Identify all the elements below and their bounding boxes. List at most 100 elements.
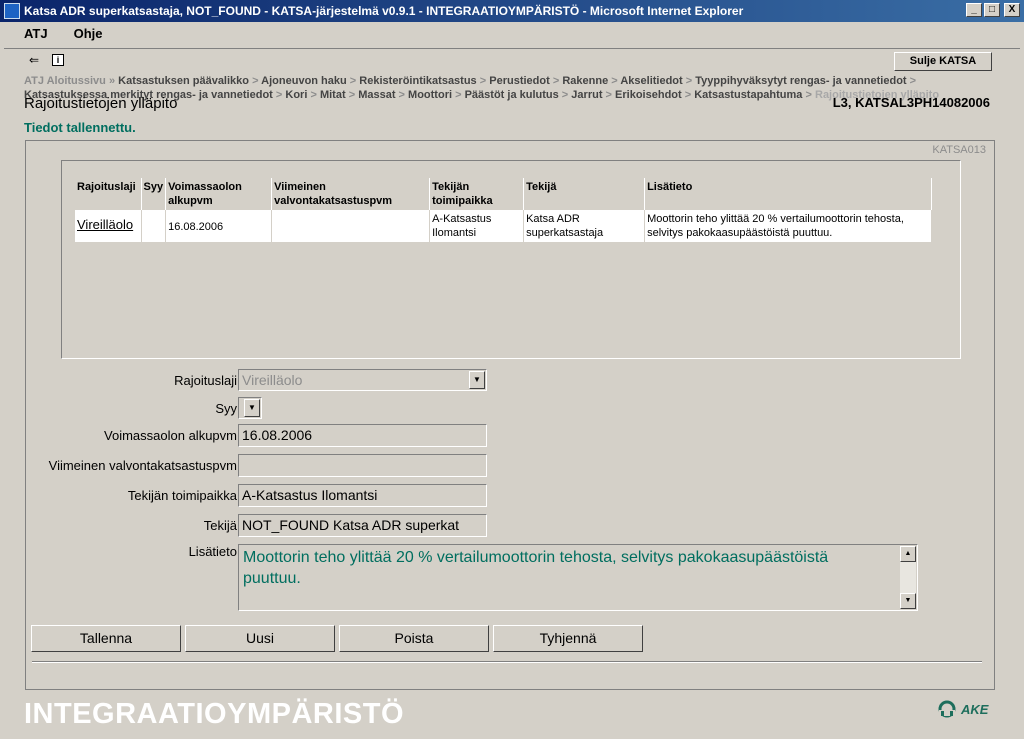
breadcrumb-separator: > <box>455 89 462 101</box>
window-title: Katsa ADR superkatsastaja, NOT_FOUND - K… <box>24 4 744 18</box>
breadcrumb-separator: > <box>252 75 259 87</box>
close-katsa-button[interactable]: Sulje KATSA <box>894 52 992 71</box>
table-row[interactable]: Vireilläolo 16.08.2006 A-Katsastus Iloma… <box>75 210 933 242</box>
ie-icon <box>4 3 20 19</box>
ake-logo: AKE <box>936 700 988 718</box>
lisatieto-text: Moottorin teho ylittää 20 % vertailumoot… <box>243 549 829 587</box>
breadcrumb-separator: > <box>611 75 618 87</box>
rajoituslaji-value: Vireilläolo <box>242 372 303 388</box>
valvontapvm-label: Viimeinen valvontakatsastuspvm <box>48 458 237 473</box>
maximize-button[interactable]: □ <box>984 3 1000 17</box>
breadcrumb-item[interactable]: Kori <box>285 89 307 101</box>
scroll-up-icon[interactable]: ▲ <box>900 546 916 562</box>
toimipaikka-field[interactable]: A-Katsastus Ilomantsi <box>238 484 487 507</box>
restriction-link[interactable]: Vireilläolo <box>77 218 133 232</box>
menu-ohje[interactable]: Ohje <box>61 26 116 41</box>
ake-logo-text: AKE <box>961 701 989 717</box>
minimize-button[interactable]: _ <box>966 3 982 17</box>
breadcrumb-item[interactable]: Akselitiedot <box>620 75 682 87</box>
save-button[interactable]: Tallenna <box>31 625 181 652</box>
lisatieto-label: Lisätieto <box>188 544 237 559</box>
breadcrumb-separator: > <box>310 89 317 101</box>
status-message: Tiedot tallennettu. <box>24 120 136 135</box>
lisatieto-textarea[interactable]: Moottorin teho ylittää 20 % vertailumoot… <box>238 544 918 611</box>
ake-logo-icon <box>938 700 956 718</box>
alkupvm-field[interactable]: 16.08.2006 <box>238 424 487 447</box>
restrictions-table: Rajoituslaji Syy Voimassaolon alkupvm Vi… <box>75 178 933 242</box>
close-window-button[interactable]: X <box>1004 3 1020 17</box>
cell-toimipaikka: A-Katsastus Ilomantsi <box>429 210 525 242</box>
page-title: Rajoitustietojen ylläpito <box>24 95 178 112</box>
cell-rajoituslaji[interactable]: Vireilläolo <box>75 210 142 242</box>
breadcrumb-item[interactable]: Katsastustapahtuma <box>694 89 802 101</box>
toimipaikka-label: Tekijän toimipaikka <box>127 488 237 503</box>
cell-syy <box>141 210 167 242</box>
breadcrumb-item[interactable]: Jarrut <box>571 89 602 101</box>
breadcrumb-item[interactable]: Moottori <box>408 89 452 101</box>
new-button[interactable]: Uusi <box>185 625 335 652</box>
breadcrumb-item[interactable]: Massat <box>358 89 395 101</box>
cell-lisatieto: Moottorin teho ylittää 20 % vertailumoot… <box>644 210 933 242</box>
textarea-scrollbar[interactable]: ▲ ▼ <box>900 546 916 609</box>
tekija-label: Tekijä <box>203 518 237 533</box>
breadcrumb-separator: > <box>398 89 405 101</box>
column-header[interactable]: Syy <box>141 178 167 210</box>
clear-button[interactable]: Tyhjennä <box>493 625 643 652</box>
cell-alkupvm: 16.08.2006 <box>165 210 273 242</box>
column-header[interactable]: Rajoituslaji <box>75 178 142 210</box>
breadcrumb-separator: > <box>561 89 569 101</box>
breadcrumb-item[interactable]: Rakenne <box>562 75 608 87</box>
breadcrumb-item[interactable]: Mitat <box>320 89 346 101</box>
breadcrumb-item[interactable]: Tyyppihyväksytyt rengas- ja vannetiedot <box>695 75 906 87</box>
info-icon[interactable]: i <box>52 53 64 66</box>
breadcrumb-separator: > <box>349 75 357 87</box>
breadcrumb-separator: > <box>479 75 487 87</box>
valvontapvm-field[interactable] <box>238 454 487 477</box>
alkupvm-label: Voimassaolon alkupvm <box>104 428 237 443</box>
back-arrow-icon[interactable]: ⇐ <box>26 53 42 67</box>
page-identifier: L3, KATSAL3PH14082006 <box>832 95 990 110</box>
column-header[interactable]: Lisätieto <box>644 178 933 210</box>
breadcrumb-separator: > <box>909 75 917 87</box>
main-panel: KATSA013 Rajoituslaji Syy Voimassaolon a… <box>25 140 995 690</box>
column-header[interactable]: Viimeinen valvontakatsastuspvm <box>271 178 431 210</box>
rajoituslaji-label: Rajoituslaji <box>174 373 237 388</box>
toolbar: ⇐ i Sulje KATSA <box>4 48 1020 71</box>
delete-button[interactable]: Poista <box>339 625 489 652</box>
rajoituslaji-select[interactable]: Vireilläolo ▼ <box>238 369 487 391</box>
breadcrumb-separator: > <box>684 89 692 101</box>
restrictions-table-container: Rajoituslaji Syy Voimassaolon alkupvm Vi… <box>61 160 961 359</box>
breadcrumb-item[interactable]: Erikoisehdot <box>615 89 682 101</box>
scroll-down-icon[interactable]: ▼ <box>900 593 916 609</box>
window-controls: _ □ X <box>966 3 1020 17</box>
breadcrumb-item[interactable]: Päästöt ja kulutus <box>465 89 559 101</box>
breadcrumb-item[interactable]: ATJ Aloitussivu <box>24 75 106 87</box>
cell-tekija: Katsa ADR superkatsastaja <box>523 210 646 242</box>
syy-select[interactable]: ▼ <box>238 397 262 419</box>
breadcrumb-item[interactable]: Ajoneuvon haku <box>261 75 347 87</box>
divider <box>32 661 982 663</box>
column-header[interactable]: Voimassaolon alkupvm <box>165 178 273 210</box>
breadcrumb-separator: > <box>348 89 356 101</box>
table-header-row: Rajoituslaji Syy Voimassaolon alkupvm Vi… <box>75 178 933 210</box>
breadcrumb-item[interactable]: Rekisteröintikatsastus <box>359 75 476 87</box>
breadcrumb-item[interactable]: Perustiedot <box>489 75 550 87</box>
window-titlebar: Katsa ADR superkatsastaja, NOT_FOUND - K… <box>0 0 1024 22</box>
breadcrumb-separator: > <box>685 75 693 87</box>
column-header[interactable]: Tekijä <box>523 178 646 210</box>
menu-bar: ATJ Ohje <box>0 22 1024 44</box>
column-header[interactable]: Tekijän toimipaikka <box>429 178 525 210</box>
breadcrumb-item[interactable]: Katsastuksen päävalikko <box>118 75 249 87</box>
menu-atj[interactable]: ATJ <box>0 26 61 41</box>
chevron-down-icon[interactable]: ▼ <box>469 371 485 389</box>
breadcrumb-separator: > <box>275 89 283 101</box>
tekija-field[interactable]: NOT_FOUND Katsa ADR superkat <box>238 514 487 537</box>
breadcrumb-separator: » <box>108 75 116 87</box>
syy-label: Syy <box>215 401 237 416</box>
cell-valvontapvm <box>271 210 431 242</box>
breadcrumb-separator: > <box>805 89 812 101</box>
chevron-down-icon[interactable]: ▼ <box>244 399 260 417</box>
environment-banner: INTEGRAATIOYMPÄRISTÖ <box>24 698 405 730</box>
breadcrumb-separator: > <box>605 89 612 101</box>
breadcrumb-separator: > <box>552 75 560 87</box>
